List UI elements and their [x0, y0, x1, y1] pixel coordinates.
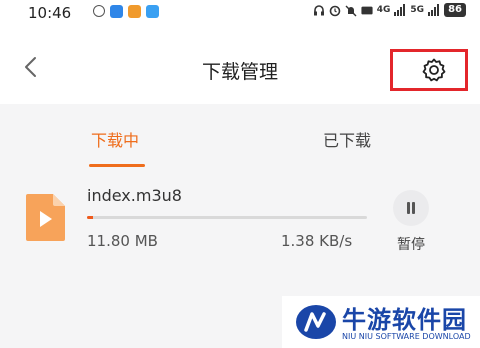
notification-icon	[146, 5, 159, 18]
tab-downloaded[interactable]: 已下载	[323, 127, 371, 151]
tab-downloading[interactable]: 下载中	[91, 127, 139, 151]
video-file-icon	[26, 194, 65, 241]
alarm-icon	[329, 5, 341, 16]
file-name: index.m3u8	[87, 186, 182, 205]
download-progress-bar	[87, 216, 367, 219]
watermark: 牛游软件园 NIU NIU SOFTWARE DOWNLOAD	[282, 296, 480, 348]
mute-icon	[345, 5, 357, 16]
notification-icon	[93, 5, 105, 17]
network-4g-label: 4G	[376, 4, 391, 15]
notification-icons	[93, 5, 159, 18]
settings-icon	[422, 58, 446, 82]
watermark-logo	[296, 305, 336, 339]
status-indicators: 4G 5G 86	[313, 3, 466, 17]
settings-button[interactable]	[390, 49, 468, 91]
download-tabs: 下载中 已下载	[0, 104, 480, 167]
active-tab-indicator	[89, 164, 145, 167]
network-5g-label: 5G	[410, 4, 425, 15]
pause-button[interactable]	[393, 190, 429, 226]
download-list-item[interactable]: index.m3u8 11.80 MB 1.38 KB/s 暂停	[0, 168, 480, 278]
top-bar: 下载管理	[0, 26, 480, 104]
pause-icon	[407, 202, 410, 214]
watermark-subtitle: NIU NIU SOFTWARE DOWNLOAD	[342, 332, 471, 341]
download-progress-fill	[87, 216, 93, 219]
headphone-icon	[313, 4, 324, 15]
status-time: 10:46	[28, 4, 72, 22]
notification-icon	[128, 5, 141, 18]
status-bar: 10:46 4G 5G 86	[0, 0, 480, 26]
file-size: 11.80 MB	[87, 232, 158, 250]
signal-icon	[394, 4, 406, 16]
signal-icon	[428, 4, 440, 16]
pause-label[interactable]: 暂停	[397, 234, 425, 254]
battery-indicator: 86	[444, 3, 466, 17]
hd-icon	[361, 6, 373, 14]
watermark-title: 牛游软件园	[342, 306, 467, 334]
notification-icon	[110, 5, 123, 18]
download-speed: 1.38 KB/s	[281, 232, 353, 250]
pause-icon	[412, 202, 415, 214]
